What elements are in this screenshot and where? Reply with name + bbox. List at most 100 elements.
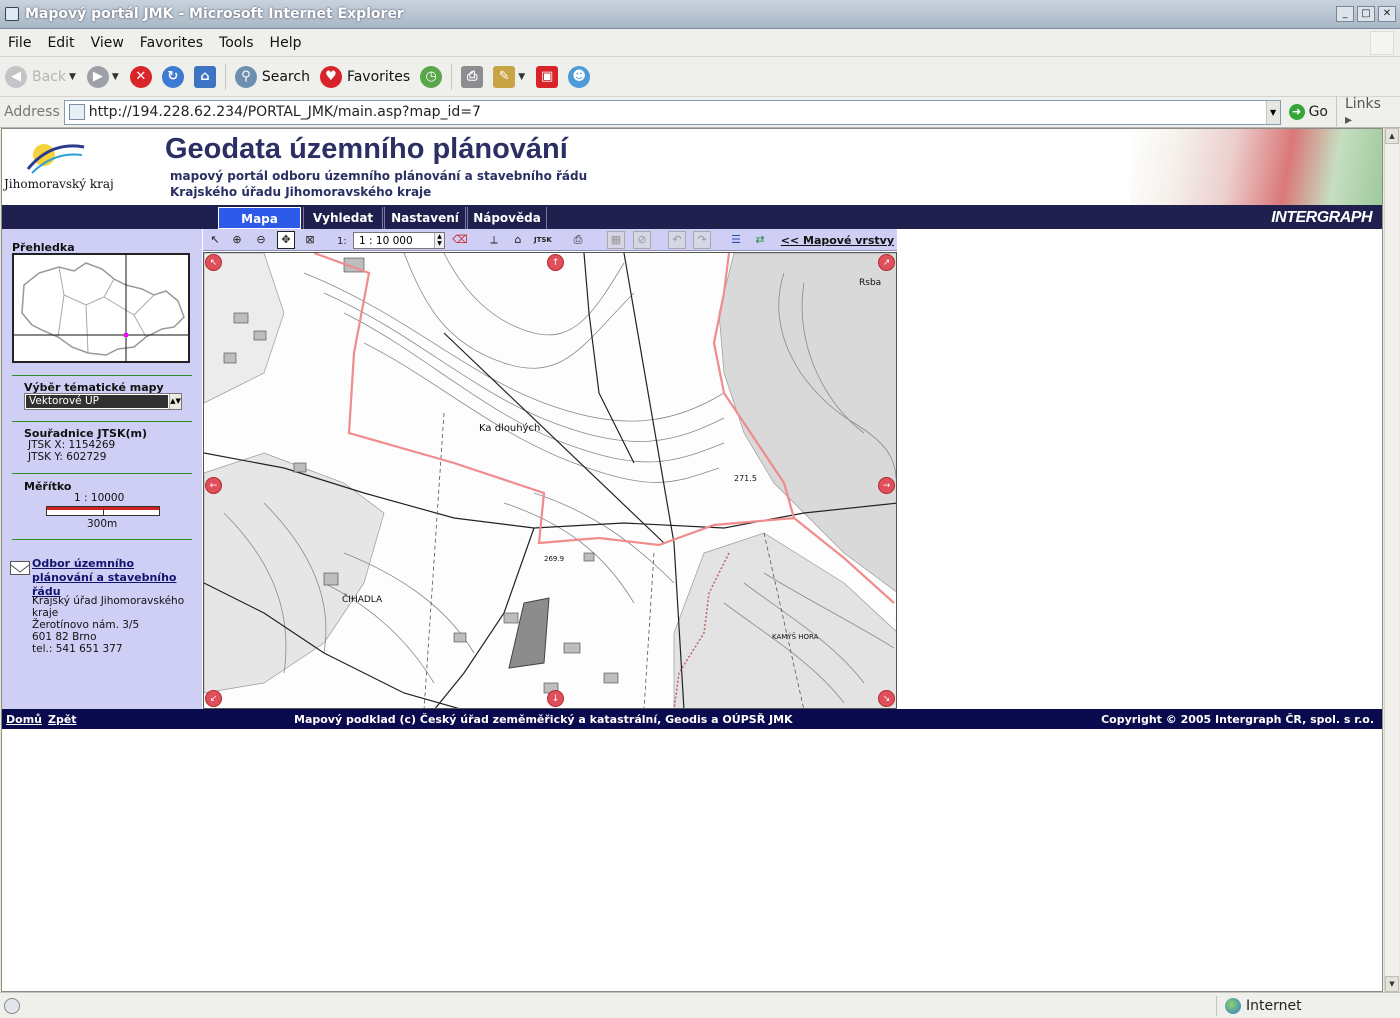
back-label: Back bbox=[32, 68, 66, 85]
window-title: Mapový portál JMK - Microsoft Internet E… bbox=[25, 6, 404, 22]
globe-icon bbox=[1225, 998, 1241, 1014]
jmk-logo-icon bbox=[26, 144, 85, 174]
pan-icon[interactable]: ✥ bbox=[277, 231, 295, 249]
overview-map[interactable] bbox=[12, 253, 190, 363]
close-button[interactable]: ✕ bbox=[1378, 6, 1396, 22]
menu-view[interactable]: View bbox=[83, 35, 132, 51]
measure-icon[interactable]: ⟂ bbox=[485, 231, 503, 249]
scale-bar-segment bbox=[103, 507, 159, 515]
page-subtitle: mapový portál odboru územního plánování … bbox=[170, 169, 588, 183]
pan-south-icon[interactable]: ↓ bbox=[547, 690, 564, 707]
links-button[interactable]: Links ▸ bbox=[1335, 96, 1400, 128]
spin-arrows-icon[interactable]: ▲ ▼ bbox=[434, 233, 444, 248]
layers-list-icon[interactable]: ☰ bbox=[727, 231, 745, 249]
pan-west-icon[interactable]: ← bbox=[205, 477, 222, 494]
stop-button[interactable]: ✕ bbox=[125, 61, 157, 93]
address-url[interactable]: http://194.228.62.234/PORTAL_JMK/main.as… bbox=[89, 104, 481, 120]
address-dropdown-icon[interactable]: ▼ bbox=[1265, 100, 1280, 124]
forward-button[interactable]: ▶ bbox=[82, 61, 114, 93]
main-nav: Mapa Vyhledat Nastavení Nápověda INTERGR… bbox=[2, 205, 1382, 229]
swap-icon[interactable]: ⇄ bbox=[751, 231, 769, 249]
map-layers-link[interactable]: << Mapové vrstvy bbox=[781, 234, 894, 247]
address-input[interactable]: http://194.228.62.234/PORTAL_JMK/main.as… bbox=[63, 99, 1281, 125]
back-dropdown-icon[interactable]: ▼ bbox=[69, 72, 76, 82]
theme-map-select[interactable]: Vektorové ÚP ▲▼ bbox=[24, 393, 182, 410]
print-button[interactable]: ⎙ bbox=[456, 61, 488, 93]
print-map-icon[interactable]: ⎙ bbox=[569, 231, 587, 249]
menu-help[interactable]: Help bbox=[262, 35, 310, 51]
vertical-scrollbar[interactable]: ▲ ▼ bbox=[1384, 128, 1399, 992]
back-link[interactable]: Zpět bbox=[48, 713, 77, 726]
redo-icon[interactable]: ↷ bbox=[693, 231, 711, 249]
pan-east-icon[interactable]: → bbox=[878, 477, 895, 494]
tab-nastaveni[interactable]: Nastavení bbox=[384, 207, 466, 229]
messenger-button[interactable]: ▣ bbox=[531, 61, 563, 93]
eraser-icon[interactable]: ⌫ bbox=[451, 231, 469, 249]
map-label: ČIHADLA bbox=[342, 593, 383, 605]
back-button[interactable]: ◀ Back bbox=[0, 61, 71, 93]
home-button[interactable]: ⌂ bbox=[189, 61, 221, 93]
home-link[interactable]: Domů bbox=[6, 713, 42, 726]
go-button[interactable]: ➜ Go bbox=[1281, 104, 1336, 120]
forward-arrow-icon: ▶ bbox=[86, 65, 109, 88]
zoom-out-icon[interactable]: ⊖ bbox=[252, 231, 270, 249]
contacts-button[interactable]: ☻ bbox=[563, 61, 595, 93]
map-label: KAMÝŠ HORA bbox=[772, 632, 819, 641]
search-button[interactable]: ⚲ Search bbox=[230, 61, 315, 93]
tab-napoveda[interactable]: Nápověda bbox=[467, 207, 547, 229]
scroll-down-icon[interactable]: ▼ bbox=[1385, 976, 1399, 992]
map-legend-icon[interactable]: ▦ bbox=[607, 231, 625, 249]
favorites-button[interactable]: ♥ Favorites bbox=[315, 61, 415, 93]
contact-address: Krajský úřad Jihomoravského kraje Žerotí… bbox=[32, 595, 185, 655]
area-icon[interactable]: ⌂ bbox=[509, 231, 527, 249]
menu-favorites[interactable]: Favorites bbox=[132, 35, 211, 51]
intergraph-logo: INTERGRAPH bbox=[1271, 209, 1372, 226]
scale-input[interactable]: 1 : 10 000 ▲ ▼ bbox=[353, 232, 445, 249]
refresh-icon: ↻ bbox=[161, 65, 184, 88]
history-button[interactable]: ◷ bbox=[415, 61, 447, 93]
pan-southeast-icon[interactable]: ↘ bbox=[878, 690, 895, 707]
scroll-up-icon[interactable]: ▲ bbox=[1385, 128, 1399, 144]
tab-mapa[interactable]: Mapa bbox=[218, 207, 301, 229]
undo-icon[interactable]: ↶ bbox=[668, 231, 686, 249]
left-panel: Přehledka Výběr tématické mapy Vektorové… bbox=[2, 229, 202, 709]
go-arrow-icon: ➜ bbox=[1288, 104, 1305, 120]
logo-text: Jihomoravský kraj bbox=[4, 177, 114, 191]
contact-link[interactable]: Odbor územního plánování a stavebního řá… bbox=[32, 557, 197, 599]
window-controls: _ □ ✕ bbox=[1336, 6, 1396, 22]
tab-vyhledat[interactable]: Vyhledat bbox=[303, 207, 383, 229]
page-viewport: Jihomoravský kraj Geodata územního pláno… bbox=[1, 128, 1383, 992]
map-canvas[interactable]: Ka dlouhých ČIHADLA Rsba 271.5 269.9 KAM… bbox=[203, 252, 897, 709]
search-label: Search bbox=[261, 68, 310, 85]
panel-divider bbox=[12, 375, 192, 376]
pan-northeast-icon[interactable]: ↗ bbox=[878, 254, 895, 271]
pan-north-icon[interactable]: ↑ bbox=[547, 254, 564, 271]
edit-dropdown-icon[interactable]: ▼ bbox=[518, 72, 525, 82]
menu-file[interactable]: File bbox=[0, 35, 39, 51]
stop-icon: ✕ bbox=[129, 65, 152, 88]
pan-northwest-icon[interactable]: ↖ bbox=[205, 254, 222, 271]
envelope-icon bbox=[10, 561, 30, 575]
select-arrow-icon[interactable]: ↖ bbox=[206, 231, 224, 249]
cancel-icon[interactable]: ⊘ bbox=[633, 231, 651, 249]
standard-toolbar: ◀ Back ▼ ▶ ▼ ✕ ↻ ⌂ ⚲ Search ♥ Favorites … bbox=[0, 57, 1400, 97]
refresh-button[interactable]: ↻ bbox=[157, 61, 189, 93]
menu-edit[interactable]: Edit bbox=[39, 35, 82, 51]
map-label: 271.5 bbox=[734, 474, 757, 483]
forward-dropdown-icon[interactable]: ▼ bbox=[112, 72, 119, 82]
edit-button[interactable]: ✎ bbox=[488, 61, 520, 93]
maximize-button[interactable]: □ bbox=[1357, 6, 1375, 22]
right-blank-area bbox=[897, 229, 1382, 709]
panel-divider bbox=[12, 473, 192, 474]
minimize-button[interactable]: _ bbox=[1336, 6, 1354, 22]
jtsk-button[interactable]: JTSK bbox=[533, 231, 552, 249]
menu-tools[interactable]: Tools bbox=[211, 35, 262, 51]
pan-southwest-icon[interactable]: ↙ bbox=[205, 690, 222, 707]
zoom-in-icon[interactable]: ⊕ bbox=[228, 231, 246, 249]
page-status-icon bbox=[4, 997, 20, 1014]
zoom-extent-icon[interactable]: ⊠ bbox=[301, 231, 319, 249]
panel-divider bbox=[12, 421, 192, 422]
scale-label: Měřítko bbox=[24, 480, 72, 493]
coord-x: JTSK X: 1154269 bbox=[28, 439, 116, 451]
page-footer: Domů Zpět Mapový podklad (c) Český úřad … bbox=[2, 709, 1382, 729]
